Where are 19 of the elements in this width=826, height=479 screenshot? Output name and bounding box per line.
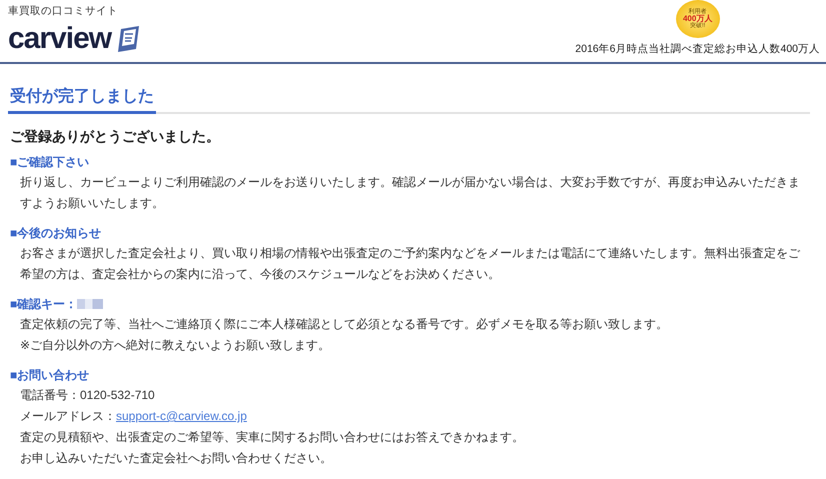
site-tagline: 車買取の口コミサイト xyxy=(8,4,119,19)
email-label: メールアドレス： xyxy=(20,408,116,425)
section-text: お客さまが選択した査定会社より、買い取り相場の情報や出張査定のご予約案内などをメールまたは電話にて連絡いたします。無料出張査定をご希望の方は、査定会社からの案内に沿って、今後のスケジュールなどをお決めください。 xyxy=(20,245,801,283)
section-heading: ■今後のお知らせ xyxy=(10,225,102,242)
page-title: 受付が完了しました xyxy=(8,85,156,114)
section-text: 折り返し、カービューよりご利用確認のメールをお送りいたします。確認メールが届かない場合は、大変お手数ですが、再度お申込みいただきますようお願いいたします。 xyxy=(20,174,801,212)
book-icon xyxy=(115,24,142,54)
section-text: お申し込みいただいた査定会社へお問い合わせください。 xyxy=(20,450,333,467)
section-text: 査定の見積額や、出張査定のご希望等、実車に関するお問い合わせにはお答えできかねます。 xyxy=(20,429,525,446)
stats-note: 2016年6月時点当社調べ査定総お申込人数400万人 xyxy=(575,42,820,58)
section-heading: ■ご確認下さい xyxy=(10,154,90,171)
section-text: ※ご自分以外の方へ絶対に教えないようお願い致します。 xyxy=(20,337,332,354)
section-heading: ■お問い合わせ xyxy=(10,367,90,384)
thanks-message: ご登録ありがとうございました。 xyxy=(10,127,221,146)
email-link[interactable]: support-c@carview.co.jp xyxy=(116,406,247,427)
section-heading: ■確認キー： xyxy=(10,296,78,313)
section-text: 電話番号：0120-532-710 xyxy=(20,387,156,404)
carview-logo[interactable]: carview xyxy=(8,24,112,54)
section-text: 査定依頼の完了等、当社へご連絡頂く際にご本人様確認として必須となる番号です。必ずメモを取る等お願い致します。 xyxy=(20,316,669,333)
